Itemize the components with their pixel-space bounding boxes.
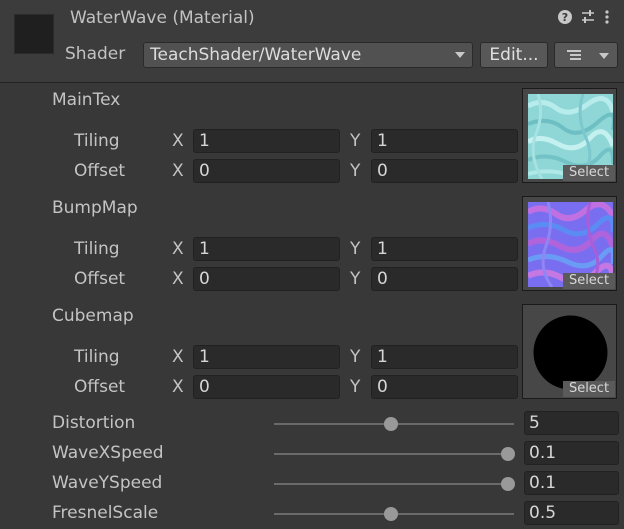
select-texture-button[interactable]: Select bbox=[563, 273, 615, 289]
shader-label: Shader bbox=[65, 44, 126, 64]
x-label: X bbox=[172, 131, 184, 151]
y-label: Y bbox=[350, 269, 361, 289]
offset-y-field[interactable]: 0 bbox=[371, 375, 518, 399]
help-icon[interactable]: ? bbox=[557, 9, 573, 29]
kebab-menu-icon[interactable] bbox=[604, 9, 610, 29]
y-label: Y bbox=[350, 377, 361, 397]
x-label: X bbox=[172, 269, 184, 289]
shader-dropdown[interactable]: TeachShader/WaterWave bbox=[143, 42, 473, 68]
tiling-y-field[interactable]: 1 bbox=[371, 129, 518, 153]
x-label: X bbox=[172, 377, 184, 397]
x-label: X bbox=[172, 347, 184, 367]
offset-y-field[interactable]: 0 bbox=[371, 267, 518, 291]
shader-options-button[interactable] bbox=[554, 42, 618, 68]
chevron-down-icon bbox=[599, 53, 609, 59]
slider-value-field[interactable]: 0.1 bbox=[524, 471, 619, 495]
y-label: Y bbox=[350, 239, 361, 259]
y-label: Y bbox=[350, 347, 361, 367]
slider-label: FresnelScale bbox=[52, 503, 159, 523]
x-label: X bbox=[172, 239, 184, 259]
material-header: WaterWave (Material) ? Shader TeachShade… bbox=[0, 0, 624, 83]
slider-value-field[interactable]: 0.5 bbox=[524, 501, 619, 525]
slider-thumb[interactable] bbox=[501, 477, 515, 491]
texture-property-name: Cubemap bbox=[52, 306, 134, 326]
select-texture-button[interactable]: Select bbox=[563, 165, 615, 181]
material-preview-thumbnail bbox=[14, 14, 54, 54]
select-texture-button[interactable]: Select bbox=[563, 381, 615, 397]
slider-label: WaveXSpeed bbox=[52, 443, 164, 463]
slider-label: Distortion bbox=[52, 413, 136, 433]
offset-label: Offset bbox=[74, 269, 126, 289]
offset-label: Offset bbox=[74, 161, 126, 181]
list-icon bbox=[567, 50, 581, 61]
material-title: WaterWave (Material) bbox=[70, 8, 255, 28]
slider-track[interactable] bbox=[274, 507, 514, 521]
sliders-icon[interactable] bbox=[580, 9, 596, 29]
texture-property-name: BumpMap bbox=[52, 198, 138, 218]
texture-property-name: MainTex bbox=[52, 90, 121, 110]
offset-x-field[interactable]: 0 bbox=[193, 375, 340, 399]
edit-shader-button[interactable]: Edit... bbox=[480, 42, 548, 68]
tiling-x-field[interactable]: 1 bbox=[193, 345, 340, 369]
tiling-label: Tiling bbox=[74, 131, 120, 151]
slider-thumb[interactable] bbox=[384, 417, 398, 431]
x-label: X bbox=[172, 161, 184, 181]
slider-value-field[interactable]: 0.1 bbox=[524, 441, 619, 465]
slider-thumb[interactable] bbox=[384, 507, 398, 521]
texture-slot[interactable]: Select bbox=[522, 88, 617, 183]
y-label: Y bbox=[350, 161, 361, 181]
slider-label: WaveYSpeed bbox=[52, 473, 163, 493]
slider-thumb[interactable] bbox=[501, 447, 515, 461]
y-label: Y bbox=[350, 131, 361, 151]
tiling-y-field[interactable]: 1 bbox=[371, 345, 518, 369]
texture-slot[interactable]: Select bbox=[522, 304, 617, 399]
tiling-y-field[interactable]: 1 bbox=[371, 237, 518, 261]
texture-slot[interactable]: Select bbox=[522, 196, 617, 291]
tiling-label: Tiling bbox=[74, 347, 120, 367]
chevron-down-icon bbox=[455, 52, 465, 58]
tiling-x-field[interactable]: 1 bbox=[193, 237, 340, 261]
slider-value-field[interactable]: 5 bbox=[524, 411, 619, 435]
offset-label: Offset bbox=[74, 377, 126, 397]
offset-x-field[interactable]: 0 bbox=[193, 267, 340, 291]
svg-text:?: ? bbox=[562, 11, 568, 24]
offset-x-field[interactable]: 0 bbox=[193, 159, 340, 183]
slider-track[interactable] bbox=[274, 447, 515, 461]
slider-track[interactable] bbox=[274, 477, 515, 491]
shader-value: TeachShader/WaterWave bbox=[150, 45, 362, 65]
tiling-x-field[interactable]: 1 bbox=[193, 129, 340, 153]
offset-y-field[interactable]: 0 bbox=[371, 159, 518, 183]
slider-track[interactable] bbox=[274, 417, 514, 431]
tiling-label: Tiling bbox=[74, 239, 120, 259]
